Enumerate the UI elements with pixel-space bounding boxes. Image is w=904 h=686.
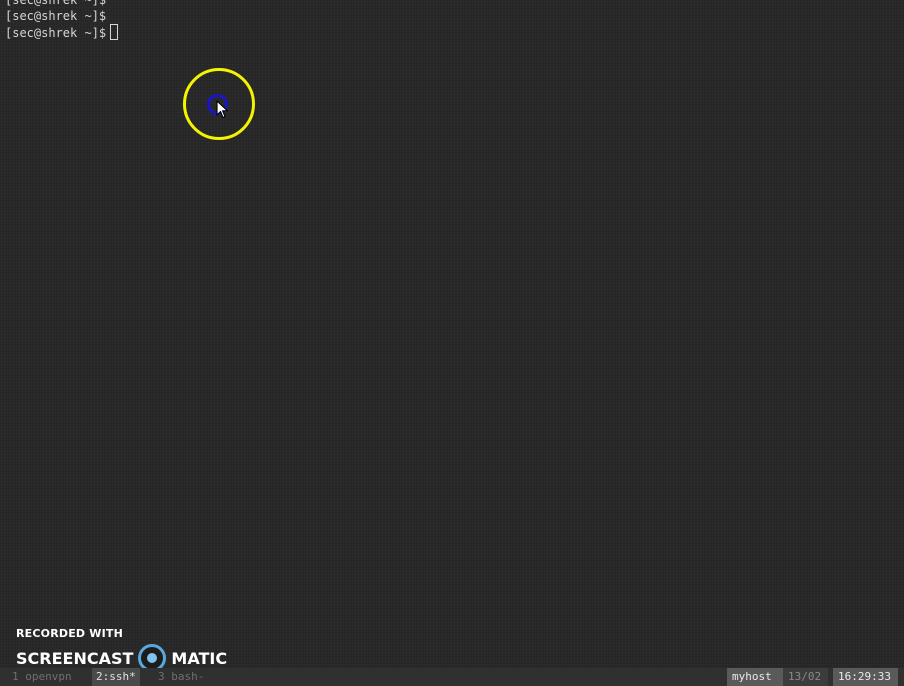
tmux-status-bar: 1 openvpn 2:ssh* 3 bash- myhost 13/02 16… — [0, 668, 904, 686]
status-time: 16:29:33 — [833, 668, 898, 686]
status-date: 13/02 — [783, 668, 828, 686]
screencast-watermark: RECORDED WITH SCREENCAST MATIC — [16, 627, 227, 672]
tmux-window-openvpn[interactable]: 1 openvpn — [8, 668, 76, 686]
terminal-line: [sec@shrek ~]$ — [5, 0, 107, 7]
text-cursor — [110, 24, 119, 40]
mouse-pointer-icon — [216, 100, 229, 119]
status-hostname: myhost — [727, 668, 783, 686]
terminal-prompt-line: [sec@shrek ~]$ — [5, 24, 119, 41]
watermark-brand-left: SCREENCAST — [16, 648, 134, 668]
watermark-brand-right: MATIC — [171, 648, 228, 668]
terminal-output[interactable]: [sec@shrek ~]$ [sec@shrek ~]$ [sec@shrek… — [0, 0, 904, 672]
watermark-caption: RECORDED WITH — [16, 627, 124, 640]
tmux-window-ssh[interactable]: 2:ssh* — [92, 668, 140, 686]
terminal-line: [sec@shrek ~]$ — [5, 9, 107, 23]
tmux-window-bash[interactable]: 3 bash- — [154, 668, 208, 686]
terminal-prompt: [sec@shrek ~]$ — [5, 26, 107, 40]
